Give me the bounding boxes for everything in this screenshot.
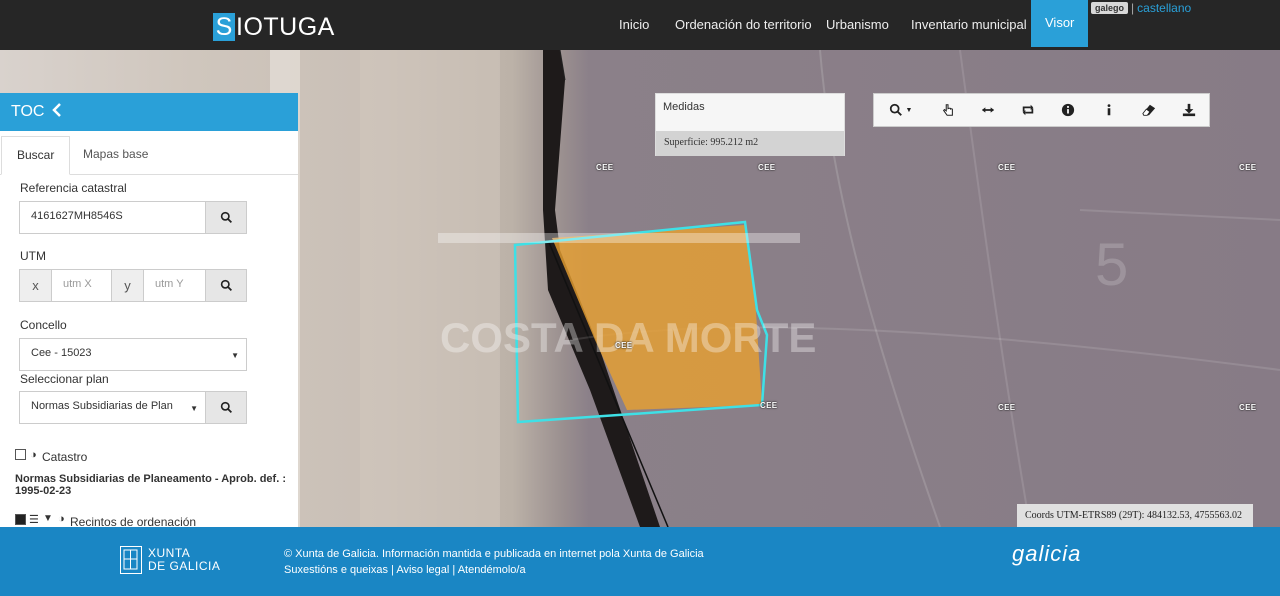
medidas-title: Medidas bbox=[663, 101, 705, 113]
footer-copyright: © Xunta de Galicia. Información mantida … bbox=[284, 548, 704, 560]
utm-x-addon: x bbox=[19, 269, 52, 302]
utm-search-button[interactable] bbox=[205, 269, 247, 302]
map-toolbar: ▼ bbox=[873, 93, 1210, 127]
arrows-horizontal-icon bbox=[981, 107, 995, 113]
catastral-input[interactable]: 4161627MH8546S bbox=[19, 201, 206, 234]
catastral-search-button[interactable] bbox=[205, 201, 247, 234]
galicia-brand-logo[interactable]: galicia bbox=[1012, 541, 1081, 567]
footer-text: © Xunta de Galicia. Información mantida … bbox=[284, 546, 704, 578]
caret-down-icon: ▼ bbox=[190, 404, 198, 413]
info-circle-icon bbox=[1062, 103, 1075, 117]
concello-value: Cee - 15023 bbox=[31, 347, 92, 359]
refresh-tool-button[interactable] bbox=[1008, 94, 1048, 126]
contrast-icon[interactable]: ◑ bbox=[58, 513, 65, 525]
logo-text: IOTUGA bbox=[236, 12, 335, 41]
medidas-value: Superficie: 995.212 m2 bbox=[656, 131, 844, 156]
map-label-cee: CEE bbox=[1239, 163, 1257, 172]
search-icon bbox=[220, 211, 232, 224]
utm-x-placeholder: utm X bbox=[63, 278, 92, 290]
utm-label: UTM bbox=[20, 249, 46, 263]
zoom-tool-button[interactable]: ▼ bbox=[874, 94, 928, 126]
caret-down-icon: ▼ bbox=[231, 351, 239, 360]
siotuga-logo[interactable]: S IOTUGA bbox=[213, 13, 335, 41]
xunta-crest-icon bbox=[120, 546, 142, 574]
toc-tabs: Buscar Mapas base bbox=[0, 131, 298, 175]
catastro-label: Catastro bbox=[42, 450, 88, 464]
watermark-bar bbox=[438, 233, 800, 243]
recintos-checkbox[interactable] bbox=[15, 514, 26, 525]
map-label-cee: CEE bbox=[998, 403, 1016, 412]
tab-buscar[interactable]: Buscar bbox=[1, 136, 71, 175]
nav-inicio[interactable]: Inicio bbox=[619, 0, 649, 47]
map-label-cee: CEE bbox=[596, 163, 614, 172]
lang-current: galego bbox=[1091, 2, 1129, 14]
zoom-icon bbox=[890, 103, 903, 116]
concello-label: Concello bbox=[20, 318, 67, 332]
concello-select[interactable]: Cee - 15023 ▼ bbox=[19, 338, 247, 371]
map-label-cee: CEE bbox=[760, 401, 778, 410]
plan-label: Seleccionar plan bbox=[20, 372, 109, 386]
medidas-panel: Medidas Superficie: 995.212 m2 bbox=[655, 93, 845, 156]
chevron-left-icon bbox=[52, 102, 62, 117]
plan-title: Normas Subsidiarias de Planeamento - Apr… bbox=[15, 473, 286, 497]
utm-y-input[interactable]: utm Y bbox=[143, 269, 206, 302]
pan-tool-button[interactable] bbox=[928, 94, 968, 126]
map-label-cee: CEE bbox=[615, 341, 633, 350]
xunta-logo[interactable]: XUNTA DE GALICIA bbox=[120, 546, 220, 574]
filter-icon[interactable]: ▼ bbox=[43, 513, 53, 524]
map-label-cee: CEE bbox=[1239, 403, 1257, 412]
info-small-tool-button[interactable] bbox=[1089, 94, 1129, 126]
watermark-text: COSTA DA MORTE bbox=[440, 314, 816, 361]
map-label-cee: CEE bbox=[758, 163, 776, 172]
footer-separator: | bbox=[391, 564, 394, 576]
download-tool-button[interactable] bbox=[1169, 94, 1209, 126]
recintos-label: Recintos de ordenación bbox=[70, 515, 197, 527]
plan-value: Normas Subsidiarias de Plan bbox=[31, 400, 173, 412]
utm-y-placeholder: utm Y bbox=[155, 278, 184, 290]
caret-down-icon: ▼ bbox=[905, 106, 913, 114]
toc-title: TOC bbox=[11, 103, 45, 120]
catastro-checkbox[interactable] bbox=[15, 449, 26, 460]
contrast-icon[interactable]: ◑ bbox=[30, 449, 37, 461]
info-icon bbox=[1107, 104, 1110, 116]
download-icon bbox=[1182, 103, 1196, 117]
utm-y-addon: y bbox=[111, 269, 144, 302]
catastral-label: Referencia catastral bbox=[20, 181, 127, 195]
top-navbar: S IOTUGA Inicio Ordenación do territorio… bbox=[0, 0, 1280, 50]
search-icon bbox=[220, 279, 232, 292]
utm-x-input[interactable]: utm X bbox=[51, 269, 112, 302]
coords-readout: Coords UTM-ETRS89 (29T): 484132.53, 4755… bbox=[1017, 504, 1253, 528]
plan-search-button[interactable] bbox=[205, 391, 247, 424]
lang-castellano-link[interactable]: castellano bbox=[1137, 1, 1191, 15]
measure-tool-button[interactable] bbox=[968, 94, 1008, 126]
search-icon bbox=[220, 401, 232, 414]
info-tool-button[interactable] bbox=[1048, 94, 1088, 126]
tab-mapas-base[interactable]: Mapas base bbox=[68, 136, 163, 175]
language-switch: galego | castellano bbox=[1091, 0, 1191, 16]
eraser-icon bbox=[1142, 104, 1155, 116]
toc-header: TOC bbox=[0, 93, 298, 131]
map-number-label: 5 bbox=[1095, 231, 1128, 298]
eraser-tool-button[interactable] bbox=[1129, 94, 1169, 126]
toc-collapse-button[interactable] bbox=[52, 102, 62, 122]
footer-link-aviso-legal[interactable]: Aviso legal bbox=[396, 564, 449, 576]
nav-ordenacion[interactable]: Ordenación do territorio bbox=[675, 0, 812, 47]
nav-urbanismo[interactable]: Urbanismo bbox=[826, 0, 889, 47]
xunta-line2: DE GALICIA bbox=[148, 559, 221, 573]
nav-visor[interactable]: Visor bbox=[1031, 0, 1089, 47]
retweet-icon bbox=[1023, 104, 1034, 116]
hand-pointer-icon bbox=[942, 104, 953, 116]
logo-letter: S bbox=[213, 13, 235, 41]
footer-link-suxestions[interactable]: Suxestións e queixas bbox=[284, 564, 388, 576]
nav-inventario[interactable]: Inventario municipal bbox=[911, 0, 1027, 47]
plan-select[interactable]: Normas Subsidiarias de Plan ▼ bbox=[19, 391, 206, 424]
footer-link-atendemolo[interactable]: Atendémolo/a bbox=[458, 564, 526, 576]
site-footer: XUNTA DE GALICIA © Xunta de Galicia. Inf… bbox=[0, 527, 1280, 596]
map-label-cee: CEE bbox=[998, 163, 1016, 172]
lang-separator: | bbox=[1131, 1, 1135, 15]
list-icon[interactable]: ☰ bbox=[29, 513, 39, 526]
toc-panel: TOC Buscar Mapas base Referencia catastr… bbox=[0, 93, 298, 527]
footer-separator: | bbox=[452, 564, 456, 576]
